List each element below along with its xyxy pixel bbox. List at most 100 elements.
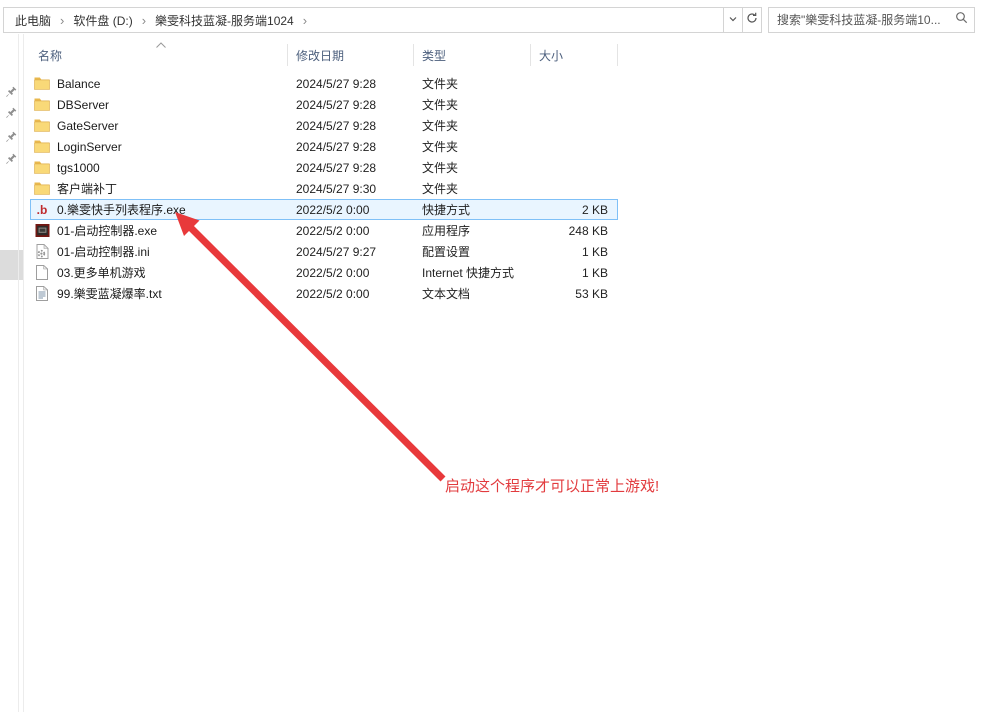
search-box[interactable] <box>768 7 975 33</box>
file-name: 01-启动控制器.exe <box>57 222 157 239</box>
breadcrumb: 此电脑 › 软件盘 (D:) › 樂雯科技蓝凝-服务端1024 › <box>4 8 723 32</box>
file-name: 01-启动控制器.ini <box>57 243 150 260</box>
breadcrumb-drive-d[interactable]: 软件盘 (D:) <box>73 12 132 29</box>
file-name: GateServer <box>57 119 118 133</box>
file-row[interactable]: LoginServer 2024/5/27 9:28文件夹 <box>30 136 618 157</box>
file-date: 2022/5/2 0:00 <box>288 203 414 217</box>
folder-icon <box>34 160 50 176</box>
file-date: 2024/5/27 9:28 <box>288 119 414 133</box>
file-name-cell: 99.樂雯蓝凝爆率.txt <box>30 285 288 302</box>
file-name-cell: Balance <box>30 76 288 92</box>
file-row[interactable]: 01-启动控制器.ini 2024/5/27 9:27配置设置1 KB <box>30 241 618 262</box>
file-row[interactable]: 01-启动控制器.exe2022/5/2 0:00应用程序248 KB <box>30 220 618 241</box>
file-name-cell: 01-启动控制器.ini <box>30 243 288 260</box>
column-header-size[interactable]: 大小 <box>531 44 618 66</box>
file-name-cell: tgs1000 <box>30 160 288 176</box>
file-row[interactable]: 99.樂雯蓝凝爆率.txt 2022/5/2 0:00文本文档53 KB <box>30 283 618 304</box>
file-date: 2022/5/2 0:00 <box>288 266 414 280</box>
file-row[interactable]: .b 0.樂雯快手列表程序.exe 2022/5/2 0:00快捷方式2 KB <box>30 199 618 220</box>
folder-icon <box>34 118 50 134</box>
breadcrumb-this-pc[interactable]: 此电脑 <box>15 12 51 29</box>
address-bar[interactable]: 此电脑 › 软件盘 (D:) › 樂雯科技蓝凝-服务端1024 › <box>3 7 762 33</box>
file-list-panel: 名称 修改日期 类型 大小 Balance2024/5/27 9:28文件夹DB… <box>30 44 618 304</box>
application-icon <box>34 223 50 239</box>
file-date: 2024/5/27 9:28 <box>288 98 414 112</box>
file-type: 应用程序 <box>414 222 531 239</box>
file-name-cell: GateServer <box>30 118 288 134</box>
file-row[interactable]: 客户端补丁 2024/5/27 9:30文件夹 <box>30 178 618 199</box>
shortcut-icon: .b <box>34 202 50 218</box>
file-size: 53 KB <box>531 287 618 301</box>
breadcrumb-separator-icon: › <box>60 14 64 27</box>
search-input[interactable] <box>777 13 955 27</box>
explorer-window: 此电脑 › 软件盘 (D:) › 樂雯科技蓝凝-服务端1024 › <box>0 0 982 712</box>
file-type: 快捷方式 <box>414 201 531 218</box>
file-date: 2024/5/27 9:27 <box>288 245 414 259</box>
file-type: 文件夹 <box>414 117 531 134</box>
file-name-cell: 01-启动控制器.exe <box>30 222 288 239</box>
file-row[interactable]: Balance 2024/5/27 9:28文件夹 <box>30 73 618 94</box>
file-date: 2022/5/2 0:00 <box>288 287 414 301</box>
column-header-type[interactable]: 类型 <box>414 44 531 66</box>
breadcrumb-separator-icon: › <box>142 14 146 27</box>
pin-icon <box>4 131 17 144</box>
file-size: 2 KB <box>531 203 618 217</box>
file-name-cell: 03.更多单机游戏 <box>30 264 288 281</box>
text-icon <box>34 286 50 302</box>
file-date: 2024/5/27 9:28 <box>288 161 414 175</box>
pane-splitter[interactable] <box>18 34 19 712</box>
file-size: 1 KB <box>531 266 618 280</box>
pin-icon <box>4 153 17 166</box>
breadcrumb-separator-icon: › <box>303 14 307 27</box>
file-type: 配置设置 <box>414 243 531 260</box>
file-name-cell: .b 0.樂雯快手列表程序.exe <box>30 201 288 218</box>
file-list: Balance2024/5/27 9:28文件夹DBServer2024/5/2… <box>30 73 618 304</box>
file-name: 客户端补丁 <box>57 180 117 197</box>
magnifier-icon <box>955 11 968 29</box>
folder-icon <box>34 181 50 197</box>
address-dropdown-button[interactable] <box>723 8 742 32</box>
file-type: Internet 快捷方式 <box>414 264 531 281</box>
folder-icon <box>34 76 50 92</box>
scrollbar-thumb[interactable] <box>0 250 23 280</box>
file-name: tgs1000 <box>57 161 100 175</box>
file-name-cell: 客户端补丁 <box>30 180 288 197</box>
file-type: 文件夹 <box>414 180 531 197</box>
file-date: 2024/5/27 9:28 <box>288 140 414 154</box>
file-size: 248 KB <box>531 224 618 238</box>
file-name: 0.樂雯快手列表程序.exe <box>57 201 186 218</box>
file-row[interactable]: GateServer 2024/5/27 9:28文件夹 <box>30 115 618 136</box>
column-headers: 名称 修改日期 类型 大小 <box>30 44 618 66</box>
file-row[interactable]: DBServer 2024/5/27 9:28文件夹 <box>30 94 618 115</box>
pin-icon <box>4 86 17 99</box>
folder-icon <box>34 97 50 113</box>
file-row[interactable]: 03.更多单机游戏 2022/5/2 0:00Internet 快捷方式1 KB <box>30 262 618 283</box>
refresh-button[interactable] <box>742 8 761 32</box>
file-type: 文件夹 <box>414 96 531 113</box>
file-row[interactable]: tgs1000 2024/5/27 9:28文件夹 <box>30 157 618 178</box>
sort-ascending-icon <box>155 36 167 54</box>
file-type: 文件夹 <box>414 159 531 176</box>
file-name: Balance <box>57 77 100 91</box>
blank-icon <box>34 265 50 281</box>
file-type: 文件夹 <box>414 75 531 92</box>
file-name: LoginServer <box>57 140 122 154</box>
annotation-text: 启动这个程序才可以正常上游戏! <box>445 475 659 496</box>
folder-icon <box>34 139 50 155</box>
refresh-icon <box>746 11 758 29</box>
file-name: DBServer <box>57 98 109 112</box>
file-size: 1 KB <box>531 245 618 259</box>
pin-icon <box>4 107 17 120</box>
chevron-down-icon <box>728 11 738 29</box>
file-name: 03.更多单机游戏 <box>57 264 146 281</box>
file-name: 99.樂雯蓝凝爆率.txt <box>57 285 162 302</box>
file-date: 2024/5/27 9:30 <box>288 182 414 196</box>
config-icon <box>34 244 50 260</box>
column-header-date[interactable]: 修改日期 <box>288 44 414 66</box>
file-date: 2024/5/27 9:28 <box>288 77 414 91</box>
file-type: 文件夹 <box>414 138 531 155</box>
file-type: 文本文档 <box>414 285 531 302</box>
toolbar: 此电脑 › 软件盘 (D:) › 樂雯科技蓝凝-服务端1024 › <box>3 7 975 33</box>
pane-splitter[interactable] <box>23 34 24 712</box>
breadcrumb-current-folder[interactable]: 樂雯科技蓝凝-服务端1024 <box>155 12 294 29</box>
